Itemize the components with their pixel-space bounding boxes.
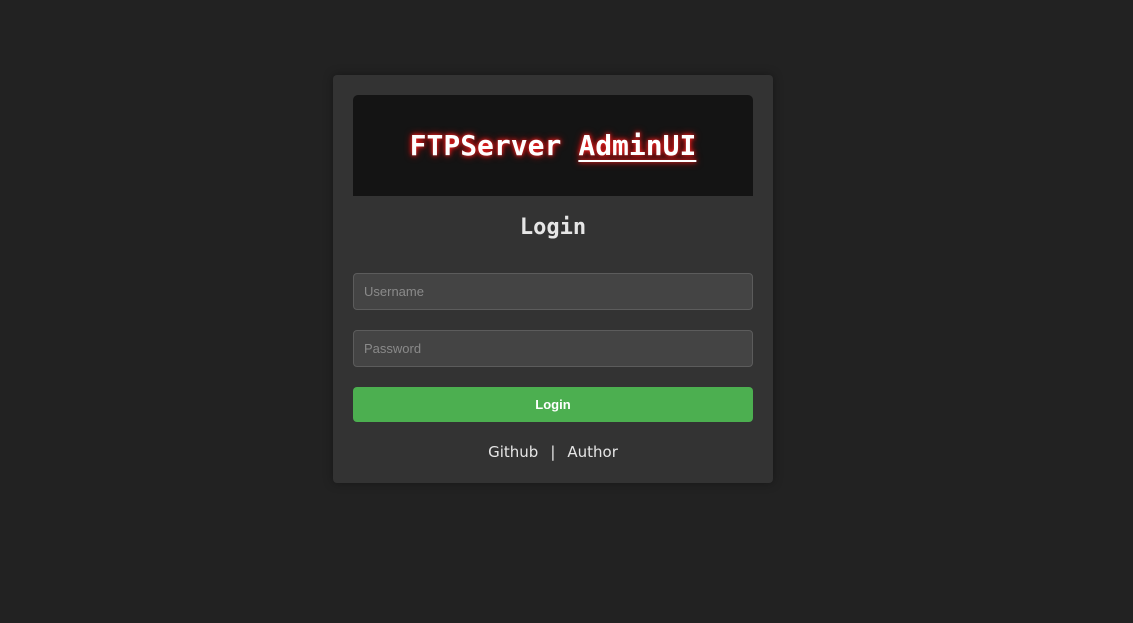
footer-links: Github | Author bbox=[333, 443, 773, 461]
github-link[interactable]: Github bbox=[488, 443, 538, 461]
password-input[interactable] bbox=[353, 330, 753, 367]
username-input[interactable] bbox=[353, 273, 753, 310]
login-heading: Login bbox=[519, 215, 587, 240]
app-title-adminui: AdminUI bbox=[578, 129, 697, 162]
author-link[interactable]: Author bbox=[567, 443, 618, 461]
app-title-ftpserver: FTPServer bbox=[409, 129, 562, 162]
links-separator: | bbox=[550, 443, 556, 461]
login-card: FTPServer AdminUI Login Login Github | Aut… bbox=[333, 75, 773, 483]
app-banner: FTPServer AdminUI bbox=[353, 95, 753, 196]
login-button[interactable]: Login bbox=[353, 387, 753, 422]
